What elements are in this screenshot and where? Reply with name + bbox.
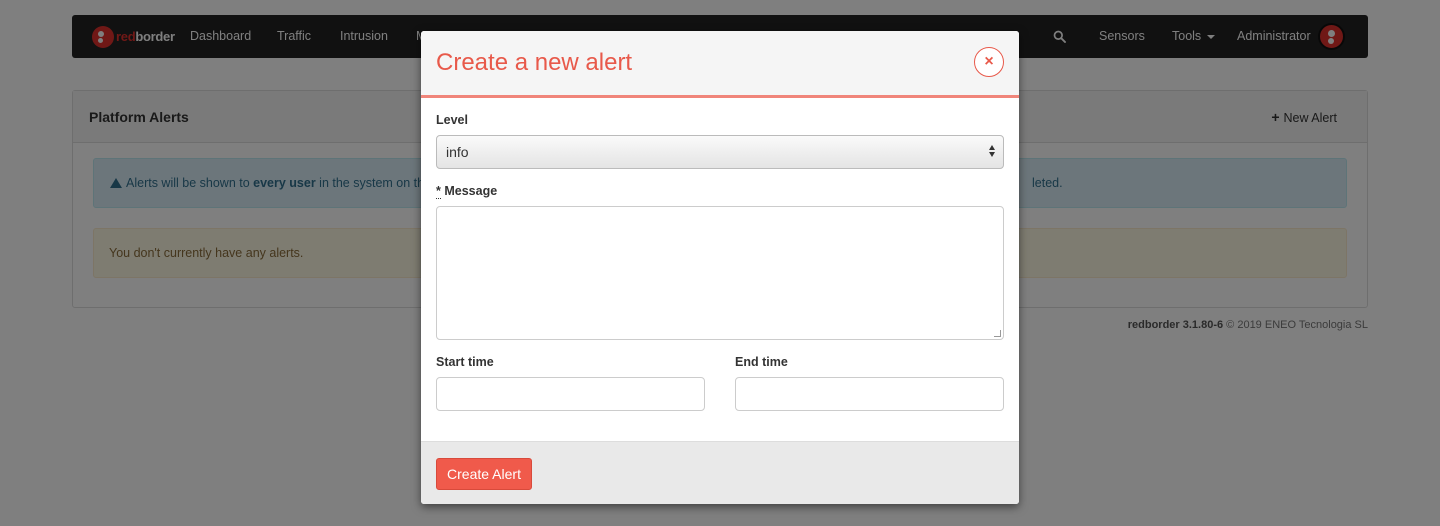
resize-grip-icon[interactable] bbox=[994, 330, 1001, 337]
level-select[interactable]: info bbox=[436, 135, 1004, 169]
create-alert-button[interactable]: Create Alert bbox=[436, 458, 532, 490]
modal-title: Create a new alert bbox=[436, 49, 633, 76]
end-time-input[interactable] bbox=[735, 377, 1004, 411]
end-time-label: End time bbox=[735, 355, 788, 369]
modal-header: Create a new alert × bbox=[421, 31, 1019, 98]
start-time-input[interactable] bbox=[436, 377, 705, 411]
level-label: Level bbox=[436, 113, 468, 127]
create-alert-modal: Create a new alert × Level info * Messag… bbox=[421, 31, 1019, 504]
message-label: * Message bbox=[436, 184, 498, 199]
modal-body: Level info * Message Start time End time bbox=[421, 98, 1019, 441]
level-select-value: info bbox=[446, 144, 469, 160]
select-arrows-icon bbox=[989, 145, 997, 159]
close-icon[interactable]: × bbox=[974, 47, 1004, 77]
modal-footer: Create Alert bbox=[421, 441, 1019, 504]
message-textarea[interactable] bbox=[436, 206, 1004, 340]
start-time-label: Start time bbox=[436, 355, 494, 369]
